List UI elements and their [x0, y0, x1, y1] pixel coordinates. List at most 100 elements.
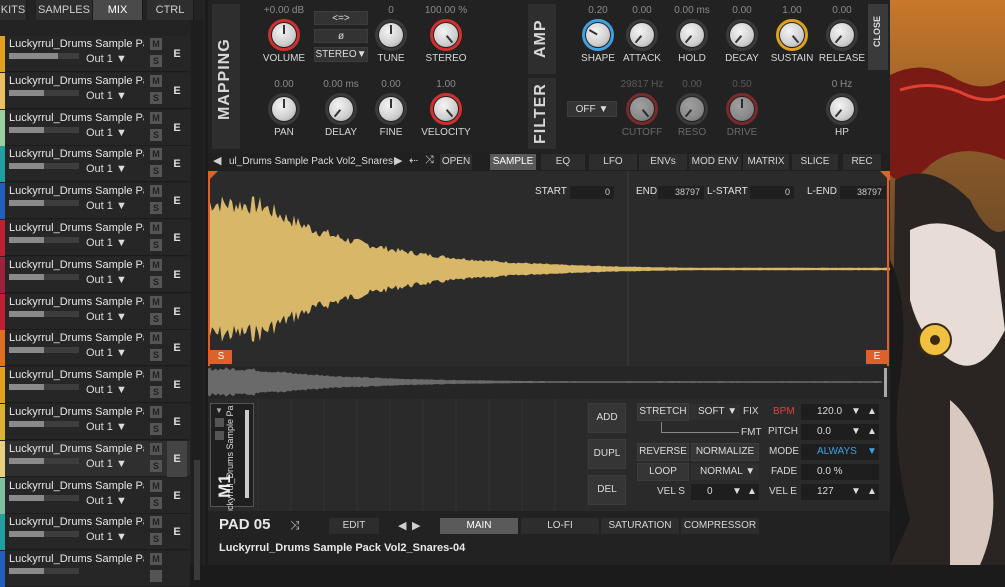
- layer-level-bar[interactable]: [245, 410, 249, 498]
- top-tab-ctrl[interactable]: CTRL: [147, 0, 194, 20]
- pad-solo-button[interactable]: S: [150, 275, 162, 288]
- prev-pad-icon[interactable]: ◀: [398, 519, 406, 532]
- pad-mute-button[interactable]: M: [150, 516, 162, 529]
- pad-solo-button[interactable]: S: [150, 55, 162, 67]
- pad-mute-button[interactable]: M: [150, 148, 162, 161]
- mode-dropdown[interactable]: ALWAYS ▼: [801, 444, 879, 460]
- stretch-button[interactable]: STRETCH: [637, 403, 689, 421]
- pitch-value[interactable]: 0.0 ▼ ▲: [801, 424, 879, 440]
- fmt-label[interactable]: FMT: [741, 427, 762, 438]
- loop-button[interactable]: LOOP: [637, 463, 689, 481]
- pad-row[interactable]: Luckyrrul_Drums Sample Pa... Out 1 ▼ M S…: [0, 109, 190, 146]
- pad-output-dropdown[interactable]: Out 1 ▼: [86, 127, 127, 139]
- pad-volume-slider[interactable]: [9, 457, 79, 464]
- chevron-down-icon[interactable]: ▼: [851, 424, 861, 440]
- waveform-overview[interactable]: [208, 366, 890, 399]
- duplicate-layer-button[interactable]: DUPL: [588, 439, 626, 469]
- close-button[interactable]: CLOSE: [868, 4, 888, 70]
- pad-row[interactable]: Luckyrrul_Drums Sample Pa... Out 1 ▼ M S…: [0, 183, 190, 220]
- fine-knob[interactable]: [379, 97, 403, 121]
- pad-output-dropdown[interactable]: Out 1 ▼: [86, 90, 127, 102]
- chevron-up-icon[interactable]: ▲: [867, 424, 877, 440]
- pad-edit-button[interactable]: E: [167, 478, 187, 514]
- pad-solo-button[interactable]: S: [150, 239, 162, 251]
- pad-volume-slider[interactable]: [9, 273, 79, 280]
- top-tab-mix[interactable]: MIX: [93, 0, 143, 20]
- pad-row[interactable]: Luckyrrul_Drums Sample Pa... Out 1 ▼ M S…: [0, 256, 190, 293]
- pad-mute-button[interactable]: M: [150, 406, 162, 418]
- stretch-mode-dropdown[interactable]: SOFT ▼: [689, 404, 740, 420]
- layer-slot-m1[interactable]: ▼ Luckyrrul_Drums Sample Pa M1: [210, 403, 254, 520]
- pad-row[interactable]: Luckyrrul_Drums Sample Pa... Out 1 ▼ M S…: [0, 367, 190, 404]
- pad-row[interactable]: Luckyrrul_Drums Sample Pa... Out 1 ▼ M S…: [0, 220, 190, 256]
- pad-solo-button[interactable]: S: [150, 533, 162, 546]
- chevron-down-icon[interactable]: ▼: [732, 484, 742, 500]
- fx-tab-saturation[interactable]: SATURATION: [601, 518, 679, 534]
- pad-mute-button[interactable]: M: [150, 553, 162, 566]
- pad-solo-button[interactable]: S: [150, 459, 162, 472]
- pad-volume-slider[interactable]: [9, 494, 79, 501]
- pad-output-dropdown[interactable]: Out 1 ▼: [86, 237, 127, 249]
- pad-mute-button[interactable]: M: [150, 222, 162, 234]
- phase-invert-button[interactable]: ø: [314, 29, 368, 43]
- pad-row[interactable]: Luckyrrul_Drums Sample Pa... Out 1 ▼ M S…: [0, 477, 190, 514]
- sustain-knob[interactable]: [780, 23, 804, 47]
- pad-mute-button[interactable]: M: [150, 74, 162, 87]
- fade-value[interactable]: 0.0 %: [801, 464, 879, 480]
- pad-volume-slider[interactable]: [9, 531, 79, 538]
- pad-solo-button[interactable]: S: [150, 128, 162, 141]
- pad-row[interactable]: Luckyrrul_Drums Sample Pa... Out 1 ▼ M S…: [0, 146, 190, 183]
- pad-volume-slider[interactable]: [9, 568, 79, 575]
- chevron-up-icon[interactable]: ▲: [867, 484, 877, 500]
- end-value[interactable]: 38797: [658, 186, 704, 199]
- pad-solo-button[interactable]: S: [150, 312, 162, 325]
- add-layer-button[interactable]: ADD: [588, 403, 626, 433]
- pad-edit-button[interactable]: E: [167, 146, 187, 182]
- volume-knob[interactable]: [272, 23, 296, 47]
- chevron-down-icon[interactable]: ▼: [851, 404, 861, 420]
- start-value[interactable]: 0: [570, 186, 614, 199]
- lstart-value[interactable]: 0: [750, 186, 794, 199]
- pad-output-dropdown[interactable]: Out 1 ▼: [86, 531, 127, 543]
- tab-slice[interactable]: SLICE: [792, 154, 838, 170]
- pad-list-scrollbar[interactable]: [191, 20, 203, 580]
- pad-output-dropdown[interactable]: Out 1 ▼: [86, 53, 127, 65]
- normalize-button[interactable]: NORMALIZE: [691, 443, 759, 461]
- chevron-up-icon[interactable]: ▲: [747, 484, 757, 500]
- loop-mode-dropdown[interactable]: NORMAL ▼: [691, 464, 759, 480]
- pad-solo-button[interactable]: S: [150, 349, 162, 362]
- pad-edit-button[interactable]: E: [167, 440, 187, 477]
- next-sample-icon[interactable]: ▶: [394, 154, 402, 167]
- waveform-editor[interactable]: START 0 END 38797 L-START 0 L-END 38797 …: [208, 171, 890, 366]
- pad-mute-button[interactable]: M: [150, 369, 162, 382]
- delete-layer-button[interactable]: DEL: [588, 475, 626, 505]
- pad-mute-button[interactable]: M: [150, 479, 162, 492]
- filter-mode-dropdown[interactable]: OFF ▼: [567, 101, 617, 117]
- pad-volume-slider[interactable]: [9, 421, 79, 427]
- pad-mute-button[interactable]: M: [150, 332, 162, 345]
- pad-volume-slider[interactable]: [9, 310, 79, 317]
- pad-edit-button[interactable]: E: [167, 220, 187, 256]
- pad-row[interactable]: Luckyrrul_Drums Sample Pa... Out 1 ▼ M S…: [0, 72, 190, 109]
- delay-knob[interactable]: [329, 97, 353, 121]
- pad-solo-button[interactable]: S: [150, 496, 162, 509]
- chevron-down-icon[interactable]: ▼: [851, 484, 861, 500]
- release-knob[interactable]: [830, 23, 854, 47]
- layer-solo-icon[interactable]: [215, 431, 224, 440]
- pan-knob[interactable]: [272, 97, 296, 121]
- pad-edit-button[interactable]: E: [167, 294, 187, 330]
- layer-menu-icon[interactable]: ▼: [215, 406, 223, 415]
- open-button[interactable]: OPEN: [440, 154, 472, 170]
- shape-knob[interactable]: [586, 23, 610, 47]
- pad-volume-slider[interactable]: [9, 384, 79, 391]
- pad-row[interactable]: Luckyrrul_Drums Sample Pa... Out 1 ▼ M S…: [0, 440, 190, 477]
- pad-volume-slider[interactable]: [9, 237, 79, 243]
- attack-knob[interactable]: [630, 23, 654, 47]
- pad-output-dropdown[interactable]: Out 1 ▼: [86, 495, 127, 507]
- pad-mute-button[interactable]: M: [150, 442, 162, 455]
- hp-knob[interactable]: [830, 97, 854, 121]
- pad-solo-button[interactable]: S: [150, 91, 162, 104]
- pad-output-dropdown[interactable]: Out 1 ▼: [86, 458, 127, 470]
- tune-knob[interactable]: [379, 23, 403, 47]
- fx-tab-main[interactable]: MAIN: [440, 518, 518, 534]
